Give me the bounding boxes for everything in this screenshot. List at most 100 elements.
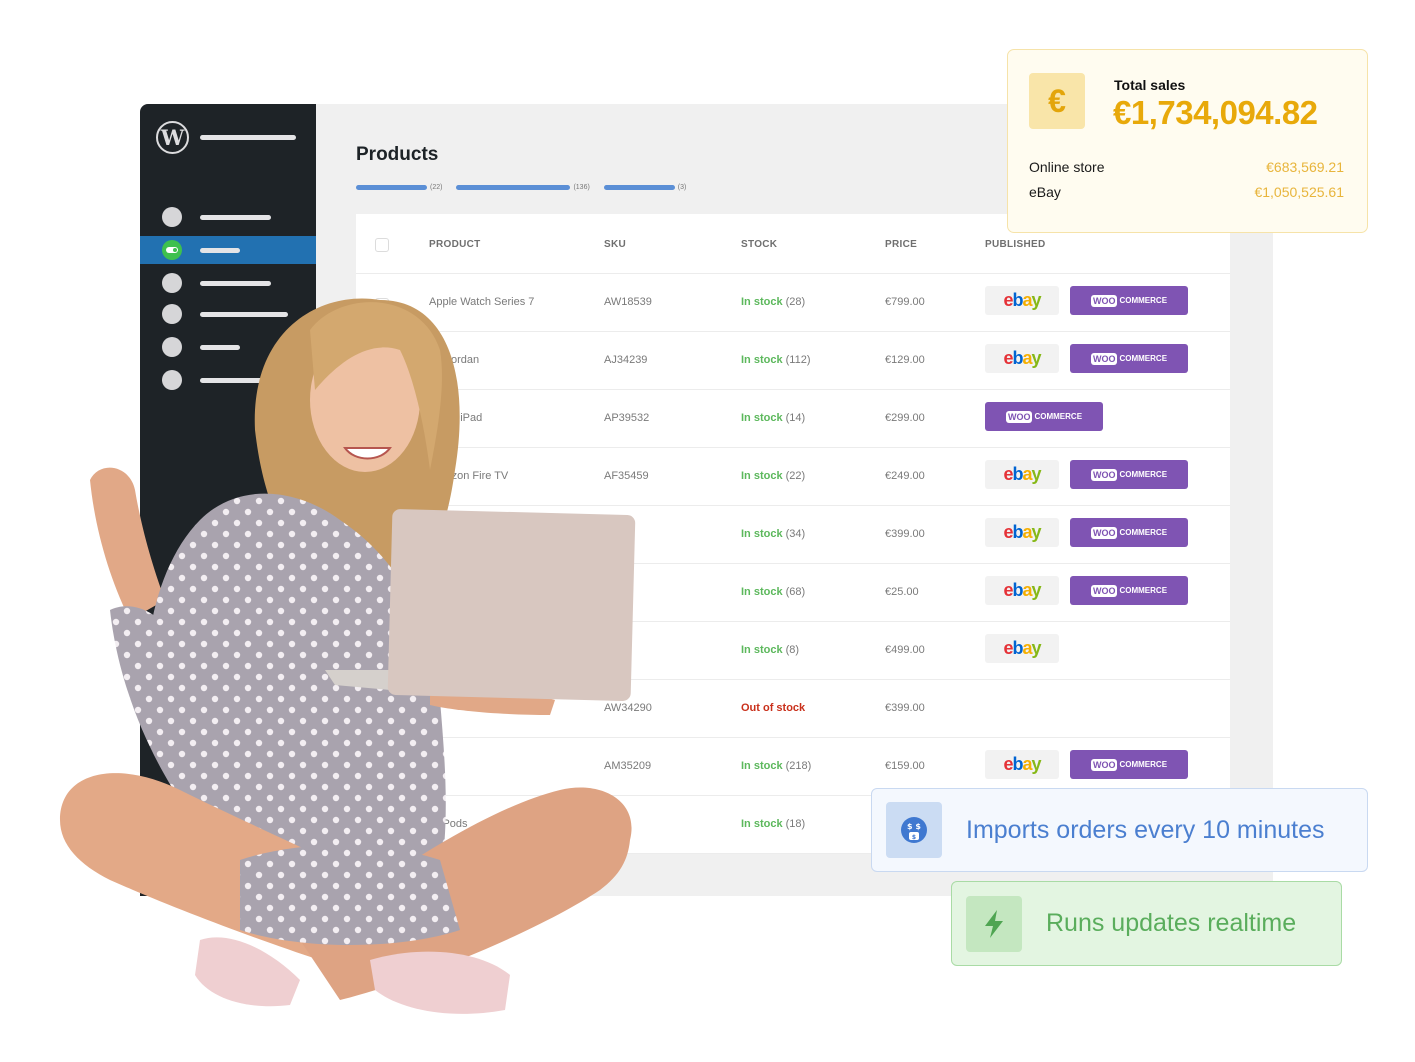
table-row[interactable]: AW34290 Out of stock €399.00	[356, 680, 1230, 738]
menu-label-placeholder	[200, 345, 240, 350]
menu-dot-icon	[162, 273, 182, 293]
ebay-letter: e	[1003, 290, 1013, 310]
product-name-link[interactable]: AirPods	[429, 818, 468, 830]
sidebar-item-products[interactable]	[140, 236, 316, 264]
menu-dot-icon	[162, 370, 182, 390]
sidebar-item-3[interactable]	[140, 269, 316, 297]
sidebar-item-6[interactable]	[140, 366, 316, 394]
sku-value: 353	[604, 528, 623, 540]
sales-channel-label: Online store	[1029, 159, 1105, 175]
menu-label-placeholder	[200, 312, 288, 317]
menu-label-placeholder	[200, 378, 271, 383]
sidebar-item-1[interactable]	[140, 203, 316, 231]
price-value: €129.00	[885, 354, 925, 366]
row-checkbox[interactable]	[375, 414, 389, 428]
stock-status: In stock (218)	[741, 760, 811, 772]
column-header-published: PUBLISHED	[985, 239, 1046, 250]
woo-logo-icon: WOO	[1090, 294, 1118, 307]
stock-status-label: In stock	[741, 296, 783, 308]
sidebar-item-4[interactable]	[140, 300, 316, 328]
stock-status-label: In stock	[741, 528, 783, 540]
page-title: Products	[356, 144, 439, 165]
filter-published[interactable]: (136)	[456, 184, 590, 191]
ebay-badge[interactable]: ebay	[985, 460, 1059, 489]
woo-text: COMMERCE	[1034, 412, 1083, 421]
table-row[interactable]: Apple iPad AP39532 In stock (14) €299.00 WOO…	[356, 390, 1230, 448]
column-header-stock[interactable]: STOCK	[741, 239, 777, 250]
money-face-icon: $ $ $	[886, 802, 942, 858]
select-all-checkbox[interactable]	[375, 238, 389, 252]
ebay-badge[interactable]: ebay	[985, 286, 1059, 315]
product-name-link[interactable]: Air Jordan	[429, 354, 479, 366]
table-row[interactable]: 5250 In stock (68) €25.00 e b a y WOO COMMERCE	[356, 564, 1230, 622]
ebay-letter: y	[1031, 754, 1042, 774]
ebay-letter: b	[1012, 754, 1023, 774]
row-checkbox[interactable]	[375, 298, 389, 312]
feature-text: Runs updates realtime	[1046, 909, 1297, 937]
status-filters: (22) (136) (3)	[356, 184, 700, 191]
row-checkbox[interactable]	[375, 588, 389, 602]
ebay-letter: e	[1003, 522, 1013, 542]
woocommerce-badge[interactable]: WOO COMMERCE	[1070, 286, 1188, 315]
ebay-badge[interactable]: ebay	[985, 750, 1059, 779]
row-checkbox[interactable]	[375, 530, 389, 544]
row-checkbox[interactable]	[375, 472, 389, 486]
ebay-badge[interactable]: ebay	[985, 634, 1059, 663]
woocommerce-badge[interactable]: WOO COMMERCE	[1070, 518, 1188, 547]
ebay-badge[interactable]: ebay	[985, 518, 1059, 547]
woocommerce-badge[interactable]: WOO COMMERCE	[1070, 460, 1188, 489]
sku-value: AM35209	[604, 760, 652, 772]
column-header-price[interactable]: PRICE	[885, 239, 917, 250]
table-row[interactable]: 3545 In stock (8) €499.00 e b a y	[356, 622, 1230, 680]
row-checkbox[interactable]	[375, 356, 389, 370]
price-value: €159.00	[885, 760, 925, 772]
filter-all[interactable]: (22)	[356, 184, 442, 191]
woo-text: COMMERCE	[1119, 470, 1168, 479]
table-row[interactable]: Amazon Fire TV AF35459 In stock (22) €249.0…	[356, 448, 1230, 506]
table-row[interactable]: Apple Watch Series 7 AW18539 In stock (28)…	[356, 274, 1230, 332]
published-channels: ebay	[985, 634, 1070, 663]
stock-quantity: (22)	[785, 470, 806, 482]
stock-status: In stock (34)	[741, 528, 805, 540]
shoe-right-shape	[370, 951, 510, 1014]
woo-text: COMMERCE	[1119, 760, 1168, 769]
woocommerce-badge[interactable]: WOO COMMERCE	[1070, 344, 1188, 373]
row-checkbox[interactable]	[375, 646, 389, 660]
price-value: €249.00	[885, 470, 925, 482]
wordpress-logo-icon[interactable]: W	[156, 121, 189, 154]
woocommerce-badge[interactable]: WOO COMMERCE	[985, 402, 1103, 431]
ebay-badge[interactable]: ebay	[985, 576, 1059, 605]
row-checkbox[interactable]	[375, 820, 389, 834]
shoe-left-shape	[195, 937, 300, 1007]
table-row[interactable]: Air Jordan AJ34239 In stock (112) €129.00 e b…	[356, 332, 1230, 390]
ebay-letter: a	[1022, 290, 1032, 310]
filter-count: (22)	[430, 184, 443, 191]
filter-drafts[interactable]: (3)	[603, 184, 686, 191]
stock-status: In stock (14)	[741, 412, 805, 424]
product-name-link[interactable]: Amazon Fire TV	[429, 470, 508, 482]
table-row[interactable]: 353 In stock (34) €399.00 e b a y WOO COMMERCE	[356, 506, 1230, 564]
sidebar-item-5[interactable]	[140, 333, 316, 361]
column-header-sku[interactable]: SKU	[604, 239, 626, 250]
ebay-badge[interactable]: ebay	[985, 344, 1059, 373]
ebay-letter: y	[1031, 580, 1042, 600]
sku-value: AF35459	[604, 470, 649, 482]
row-checkbox[interactable]	[375, 762, 389, 776]
row-checkbox[interactable]	[375, 704, 389, 718]
product-name-link[interactable]: Apple iPad	[429, 412, 482, 424]
woo-text: COMMERCE	[1119, 528, 1168, 537]
product-name-link[interactable]: Apple Watch Series 7	[429, 296, 534, 308]
woocommerce-badge[interactable]: WOO COMMERCE	[1070, 750, 1188, 779]
ebay-letter: y	[1031, 464, 1042, 484]
sku-value: 3545	[604, 644, 629, 656]
products-table: PRODUCT SKU STOCK PRICE PUBLISHED Apple …	[356, 214, 1230, 854]
stock-quantity: (18)	[785, 818, 806, 830]
feature-imports-orders: $ $ $ Imports orders every 10 minutes	[871, 788, 1368, 872]
woocommerce-badge[interactable]: WOO COMMERCE	[1070, 576, 1188, 605]
column-header-product[interactable]: PRODUCT	[429, 239, 481, 250]
menu-label-placeholder	[200, 215, 271, 220]
stock-status: In stock (68)	[741, 586, 805, 598]
woo-logo-icon: WOO	[1005, 410, 1033, 423]
stock-status-label: In stock	[741, 470, 783, 482]
sku-value: AJ34239	[604, 354, 648, 366]
